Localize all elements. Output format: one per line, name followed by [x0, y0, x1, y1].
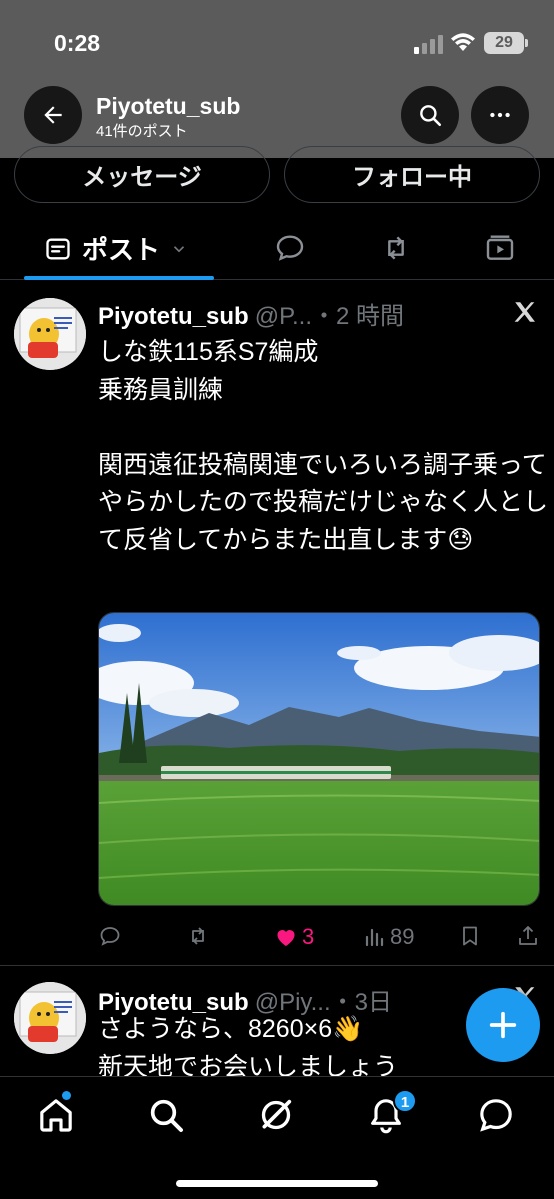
tab-reposts[interactable]	[380, 232, 412, 264]
repost-icon	[192, 927, 204, 945]
bookmark-button[interactable]	[458, 924, 482, 948]
post-count: 41件のポスト	[96, 123, 188, 140]
grok-icon[interactable]	[256, 1095, 296, 1135]
reply-button[interactable]	[98, 924, 126, 948]
chevron-down-icon	[173, 245, 185, 252]
view-count: 89	[390, 924, 415, 949]
post-author-name[interactable]: Piyotetu_sub	[98, 303, 249, 331]
tab-posts[interactable]: ポスト	[44, 230, 188, 267]
explore-search-icon[interactable]	[146, 1095, 186, 1135]
tab-active-indicator	[24, 276, 214, 280]
tab-posts-label: ポスト	[82, 235, 161, 265]
post-text: しな鉄115系S7編成 乗務員訓練 関西遠征投稿関連でいろいろ調子乗ってやらかし…	[98, 338, 549, 554]
compose-button[interactable]	[466, 988, 540, 1062]
x-logo	[514, 302, 535, 322]
post-actions: 3 89	[0, 924, 554, 960]
views-icon	[365, 928, 384, 947]
repost-button[interactable]	[186, 924, 214, 948]
home-indicator	[176, 1180, 378, 1187]
battery-tip	[525, 39, 528, 47]
battery-indicator: 29	[484, 32, 524, 54]
search-icon	[420, 105, 442, 127]
wifi-icon	[451, 33, 475, 51]
profile-name: Piyotetu_sub	[96, 93, 241, 119]
heart-icon	[277, 930, 295, 946]
search-button[interactable]	[401, 86, 459, 144]
status-bar: 0:28 29	[0, 0, 554, 84]
reply-icon	[100, 927, 120, 946]
more-button[interactable]	[471, 86, 529, 144]
following-button[interactable]: フォロー中	[284, 146, 540, 203]
bookmark-icon	[463, 926, 477, 946]
avatar-illustration	[14, 982, 86, 1054]
home-icon[interactable]	[36, 1095, 76, 1135]
tab-replies[interactable]	[274, 232, 306, 264]
home-unread-dot	[62, 1091, 71, 1100]
like-count: 3	[302, 924, 315, 949]
avatar[interactable]	[14, 298, 86, 370]
profile-tabs: ポスト	[0, 218, 554, 280]
avatar[interactable]	[14, 982, 86, 1054]
post-image[interactable]	[98, 612, 540, 906]
like-button[interactable]: 3	[274, 924, 314, 950]
train-landscape-photo	[99, 613, 539, 905]
post-header: Piyotetu_sub @P... ・2 時間	[98, 296, 404, 331]
plus-icon	[489, 1011, 517, 1039]
arrow-left-icon	[44, 106, 62, 124]
notifications-badge: 1	[393, 1089, 417, 1113]
messages-icon[interactable]	[476, 1095, 516, 1135]
post-timestamp: ・2 時間	[311, 303, 404, 330]
post-author-handle[interactable]: @P...	[255, 303, 312, 331]
tab-media[interactable]	[484, 232, 516, 264]
cellular-signal-icon	[414, 35, 443, 54]
share-button[interactable]	[516, 924, 540, 948]
share-icon	[519, 926, 537, 945]
posts-icon	[46, 238, 70, 259]
back-button[interactable]	[24, 86, 82, 144]
views-button[interactable]: 89	[362, 924, 414, 950]
status-time: 0:28	[54, 30, 101, 56]
message-button[interactable]: メッセージ	[14, 146, 270, 203]
avatar-illustration	[14, 298, 86, 370]
more-icon	[490, 112, 510, 118]
